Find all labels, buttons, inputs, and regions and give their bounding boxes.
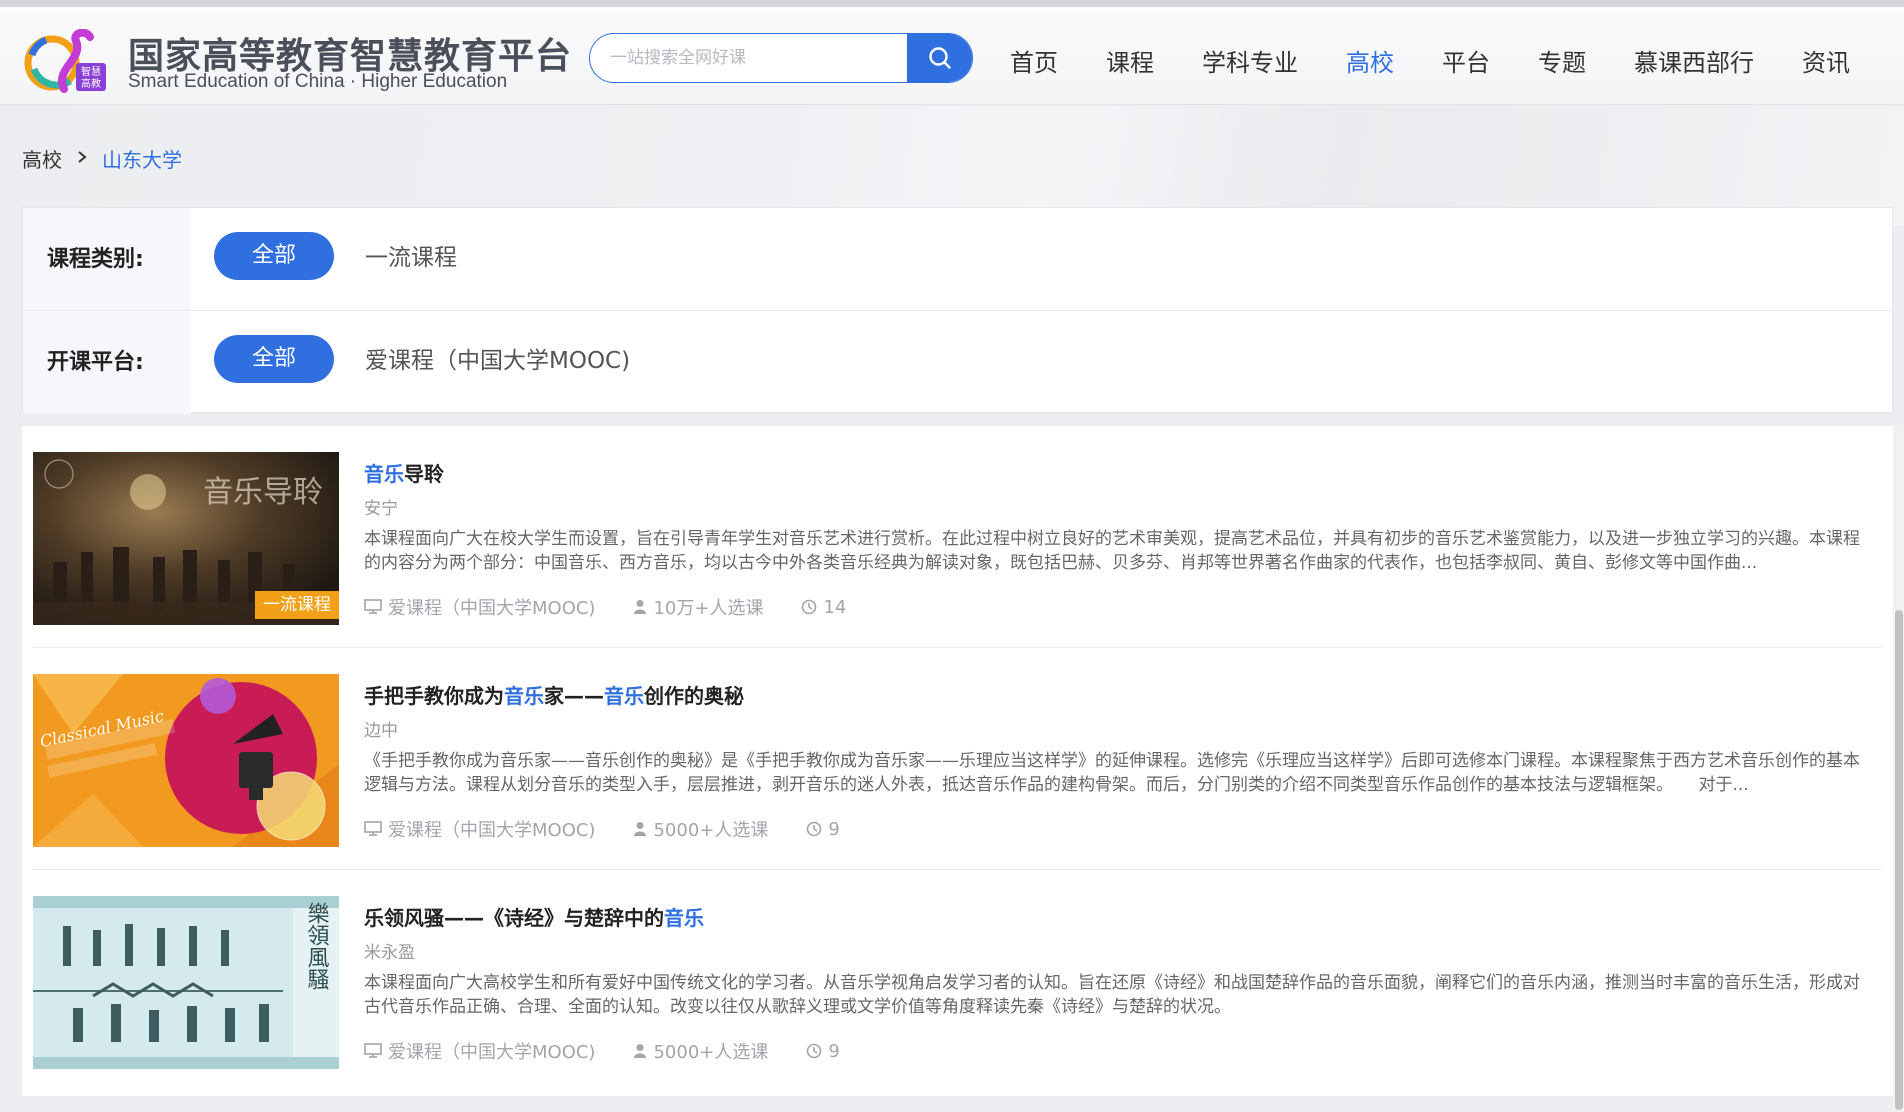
nav-universities[interactable]: 高校: [1346, 43, 1394, 78]
course-enrolled-label: 10万+人选课: [653, 598, 764, 619]
course-title[interactable]: 音乐导聆: [364, 458, 444, 487]
breadcrumb-root[interactable]: 高校: [22, 144, 62, 173]
course-sessions: 9: [806, 818, 840, 840]
course-list: 音乐导聆 一流课程 音乐导聆 安宁 本课程面向广大在校大学生而设置，旨在引导青年…: [22, 426, 1893, 1096]
course-teacher: 安宁: [364, 499, 398, 519]
course-thumbnail[interactable]: Classical Music: [33, 674, 339, 847]
title-text: 乐领风骚——《诗经》与楚辞中的: [364, 906, 664, 930]
top-strip: [0, 0, 1904, 7]
filter-panel: 课程类别: 全部 一流课程 开课平台: 全部 爱课程（中国大学MOOC): [22, 207, 1893, 414]
breadcrumb-current: 山东大学: [102, 148, 182, 172]
title-text: 家——: [544, 684, 604, 708]
search-box: [589, 33, 973, 83]
scrollbar-thumb[interactable]: [1895, 610, 1903, 1110]
course-meta: 爱课程（中国大学MOOC) 10万+人选课 14: [364, 594, 884, 620]
course-enrolled-label: 5000+人选课: [653, 820, 769, 841]
course-sessions: 14: [801, 597, 846, 618]
course-enrolled: 5000+人选课: [633, 816, 768, 842]
course-thumbnail-image: 樂領風騷: [33, 896, 339, 1069]
logo-mark-icon: 智慧 高教: [24, 29, 106, 93]
filter-label-category: 课程类别:: [23, 208, 191, 310]
course-thumbnail[interactable]: 音乐导聆 一流课程: [33, 452, 339, 625]
nav-topics[interactable]: 专题: [1538, 43, 1586, 78]
nav-mooc-west[interactable]: 慕课西部行: [1634, 43, 1754, 78]
course-platform: 爱课程（中国大学MOOC): [364, 816, 595, 842]
course-badge: 一流课程: [255, 591, 339, 619]
filter-row-platform: 开课平台: 全部 爱课程（中国大学MOOC): [23, 311, 1892, 414]
filter-category-all-button[interactable]: 全部: [214, 232, 334, 280]
nav-disciplines[interactable]: 学科专业: [1202, 43, 1298, 78]
filter-platform-option[interactable]: 爱课程（中国大学MOOC): [365, 311, 630, 411]
nav-news[interactable]: 资讯: [1802, 43, 1850, 78]
monitor-icon: [364, 1043, 382, 1058]
clock-icon: [807, 821, 822, 837]
course-platform-label: 爱课程（中国大学MOOC): [388, 820, 596, 841]
course-description: 本课程面向广大在校大学生而设置，旨在引导青年学生对音乐艺术进行赏析。在此过程中树…: [364, 529, 1860, 573]
nav-courses[interactable]: 课程: [1106, 43, 1154, 78]
course-card[interactable]: Classical Music 手把手教你成为音乐家——音乐创作的奥秘 边中 《…: [22, 648, 1882, 870]
course-description: 本课程面向广大高校学生和所有爱好中国传统文化的学习者。从音乐学视角启发学习者的认…: [364, 973, 1860, 1017]
logo-title-en: Smart Education of China · Higher Educat…: [128, 71, 508, 92]
course-enrolled-label: 5000+人选课: [653, 1042, 769, 1063]
course-platform-label: 爱课程（中国大学MOOC): [388, 1042, 596, 1063]
filter-label-platform: 开课平台:: [23, 311, 191, 414]
title-highlight: 音乐: [664, 906, 704, 930]
thumb-calligraphy: 音乐导聆: [203, 475, 323, 510]
breadcrumb: 高校 山东大学: [22, 144, 182, 173]
course-thumbnail-image: Classical Music: [33, 674, 339, 847]
search-icon: [928, 47, 951, 69]
course-enrolled: 10万+人选课: [633, 594, 763, 620]
title-text: 手把手教你成为: [364, 684, 504, 708]
course-teacher: 米永盈: [364, 943, 415, 963]
main-nav: 首页 课程 学科专业 高校 平台 专题 慕课西部行 资讯: [1010, 43, 1850, 78]
course-sessions-label: 9: [828, 1040, 840, 1062]
clock-icon: [802, 599, 817, 615]
course-card[interactable]: 音乐导聆 一流课程 音乐导聆 安宁 本课程面向广大在校大学生而设置，旨在引导青年…: [22, 426, 1882, 648]
svg-text:智慧: 智慧: [81, 65, 101, 78]
course-sessions-label: 14: [823, 596, 847, 618]
course-sessions: 9: [806, 1040, 840, 1062]
course-meta: 爱课程（中国大学MOOC) 5000+人选课 9: [364, 816, 878, 842]
course-platform-label: 爱课程（中国大学MOOC): [388, 598, 596, 619]
course-platform: 爱课程（中国大学MOOC): [364, 594, 595, 620]
search-button[interactable]: [907, 34, 972, 82]
filter-category-option[interactable]: 一流课程: [365, 208, 457, 308]
course-description: 《手把手教你成为音乐家——音乐创作的奥秘》是《手把手教你成为音乐家——乐理应当这…: [364, 751, 1860, 795]
site-header: 智慧 高教 国家高等教育智慧教育平台 Smart Education of Ch…: [0, 7, 1904, 105]
nav-home[interactable]: 首页: [1010, 43, 1058, 78]
course-title[interactable]: 乐领风骚——《诗经》与楚辞中的音乐: [364, 902, 704, 931]
monitor-icon: [364, 821, 382, 836]
user-icon: [634, 1044, 647, 1058]
site-logo[interactable]: 智慧 高教 国家高等教育智慧教育平台 Smart Education of Ch…: [24, 25, 571, 97]
course-platform: 爱课程（中国大学MOOC): [364, 1038, 595, 1064]
svg-text:高教: 高教: [81, 77, 101, 90]
filter-row-category: 课程类别: 全部 一流课程: [23, 208, 1892, 311]
title-highlight: 音乐: [604, 684, 644, 708]
title-text: 创作的奥秘: [644, 684, 744, 708]
clock-icon: [807, 1043, 822, 1059]
user-icon: [634, 822, 647, 836]
course-enrolled: 5000+人选课: [633, 1038, 768, 1064]
course-title[interactable]: 手把手教你成为音乐家——音乐创作的奥秘: [364, 680, 744, 709]
course-meta: 爱课程（中国大学MOOC) 5000+人选课 9: [364, 1038, 878, 1064]
user-icon: [634, 600, 647, 614]
nav-platforms[interactable]: 平台: [1442, 43, 1490, 78]
course-teacher: 边中: [364, 721, 398, 741]
filter-platform-all-button[interactable]: 全部: [214, 335, 334, 383]
title-highlight: 音乐: [364, 462, 404, 486]
search-input[interactable]: [590, 34, 908, 82]
course-sessions-label: 9: [828, 818, 840, 840]
thumb-calligraphy: 樂領風騷: [304, 902, 330, 990]
monitor-icon: [364, 599, 382, 614]
course-thumbnail[interactable]: 樂領風騷: [33, 896, 339, 1069]
chevron-right-icon: [76, 148, 88, 169]
course-card[interactable]: 樂領風騷 乐领风骚——《诗经》与楚辞中的音乐 米永盈 本课程面向广大高校学生和所…: [22, 870, 1882, 1092]
title-text: 导聆: [404, 462, 444, 486]
title-highlight: 音乐: [504, 684, 544, 708]
